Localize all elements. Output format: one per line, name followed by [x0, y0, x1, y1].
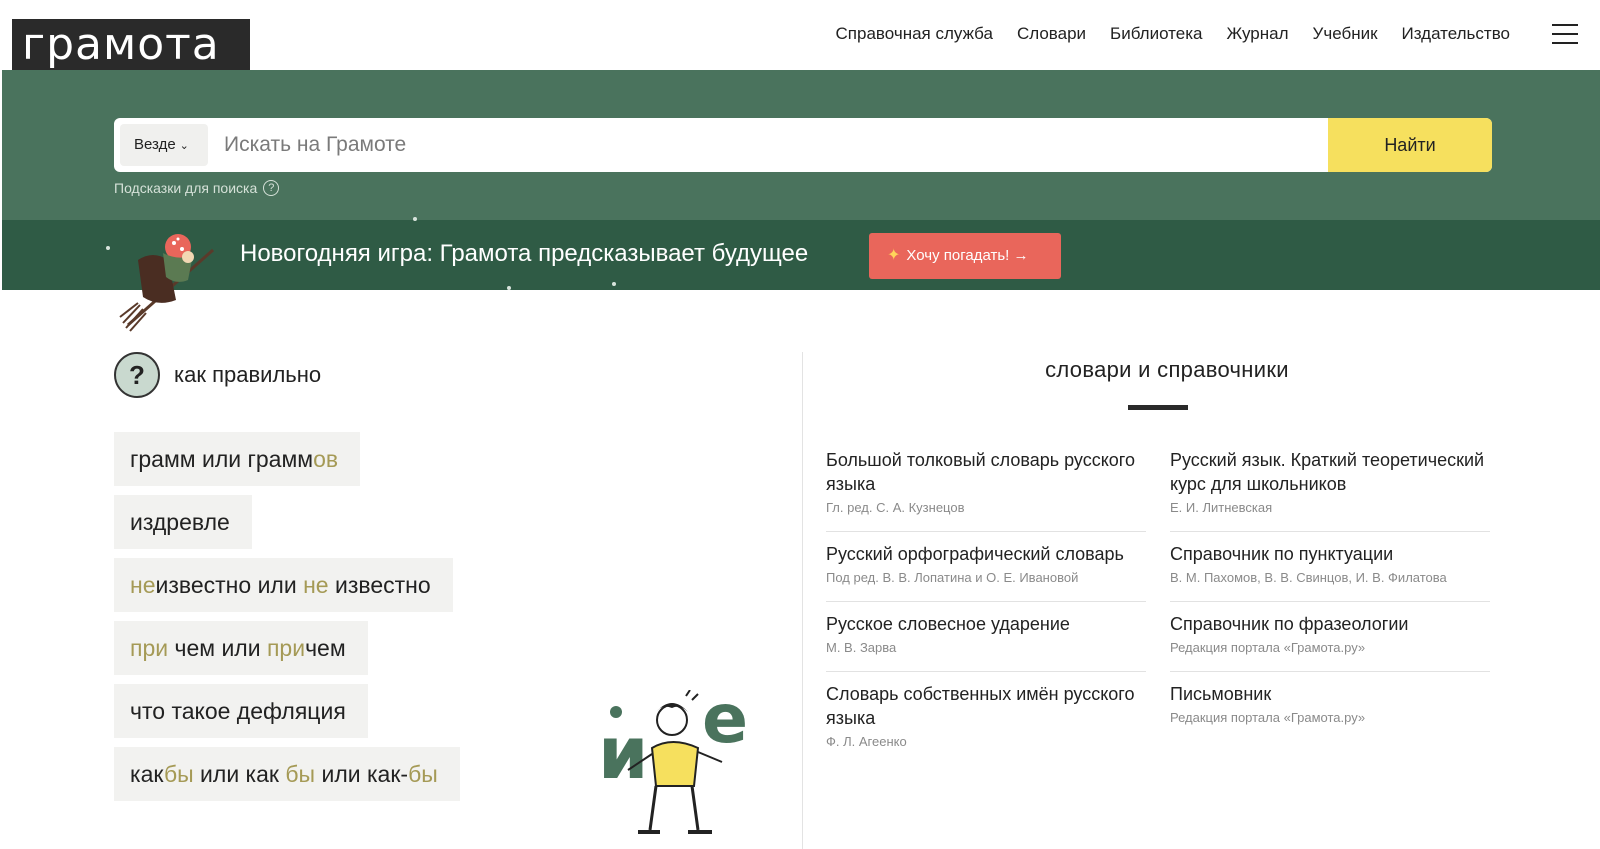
dictionary-author: Е. И. Литневская: [1170, 500, 1273, 515]
snow-dot: [106, 246, 110, 250]
dictionary-author: Под ред. В. В. Лопатина и О. Е. Ивановой: [826, 570, 1079, 585]
dictionary-title: Русское словесное ударение: [826, 614, 1070, 634]
site-header: грамота Справочная служба Словари Библио…: [0, 0, 1600, 70]
dictionary-title: Справочник по пунктуации: [1170, 544, 1394, 564]
dictionary-title: Письмовник: [1170, 684, 1272, 704]
item-text: известно или: [155, 572, 304, 598]
promo-button[interactable]: ✦ Хочу погадать! →: [869, 233, 1061, 279]
dictionary-author: Редакция портала «Грамота.ру»: [1170, 640, 1366, 655]
search-input[interactable]: [224, 124, 1294, 166]
search-scope-label: Везде: [134, 136, 176, 153]
dictionary-item[interactable]: Русский орфографический словарь Под ред.…: [826, 532, 1146, 602]
snow-dot: [507, 286, 511, 290]
kak-pravilno-item[interactable]: неизвестно или не известно: [114, 558, 453, 612]
search-scope-select[interactable]: Везде ⌄: [120, 124, 208, 166]
question-circle-icon: ?: [114, 352, 160, 398]
dictionary-author: Редакция портала «Грамота.ру»: [1170, 710, 1366, 725]
item-highlight: при: [266, 635, 306, 661]
kak-pravilno-item[interactable]: издревле: [114, 495, 252, 549]
item-highlight: ов: [313, 446, 339, 472]
item-text: как: [130, 761, 164, 787]
kak-pravilno-item[interactable]: при чем или причем: [114, 621, 368, 675]
dictionary-title: Большой толковый словарь русского языка: [826, 450, 1135, 494]
item-text: известно: [328, 572, 431, 598]
dictionary-title: Словарь собственных имён русского языка: [826, 684, 1135, 728]
search-button[interactable]: Найти: [1328, 118, 1492, 172]
arrow-right-icon: →: [1009, 247, 1029, 264]
search-hints-label: Подсказки для поиска: [114, 180, 258, 196]
boy-with-letters-illustration: и е: [598, 690, 748, 834]
dictionary-title: Русский язык. Краткий теоретический курс…: [1170, 450, 1485, 494]
search-hints-link[interactable]: Подсказки для поиска ?: [114, 180, 280, 196]
nav-item-journal[interactable]: Журнал: [1226, 22, 1288, 46]
witch-on-broom-illustration: [119, 234, 214, 332]
kak-pravilno-item[interactable]: что такое дефляция: [114, 684, 368, 738]
kak-pravilno-item[interactable]: какбы или как бы или как-бы: [114, 747, 460, 801]
search-box: Везде⌄ Найти: [114, 118, 1492, 172]
dictionary-title: Справочник по фразеологии: [1170, 614, 1409, 634]
nav-item-dictionaries[interactable]: Словари: [1017, 22, 1086, 46]
question-icon: ?: [263, 180, 280, 196]
promo-banner: Новогодняя игра: Грамота предсказывает б…: [2, 217, 1600, 290]
item-highlight: бы: [408, 761, 438, 787]
item-text: грамм или грамм: [130, 446, 314, 472]
dictionary-item[interactable]: Русское словесное ударение М. В. Зарва: [826, 602, 1146, 672]
site-logo[interactable]: грамота: [12, 19, 250, 70]
nav-item-publishing[interactable]: Издательство: [1402, 22, 1510, 46]
dictionary-title: Русский орфографический словарь: [826, 544, 1124, 564]
promo-title: Новогодняя игра: Грамота предсказывает б…: [240, 240, 809, 267]
kak-pravilno-header: ? как правильно: [114, 352, 321, 398]
snow-dot: [413, 217, 417, 221]
chevron-down-icon: ⌄: [179, 140, 189, 152]
column-divider: [802, 352, 803, 849]
letter-i: и: [598, 711, 648, 795]
dictionary-author: В. М. Пахомов, В. В. Свинцов, И. В. Фила…: [1170, 570, 1447, 585]
nav-item-reference[interactable]: Справочная служба: [836, 22, 993, 46]
dictionary-author: Гл. ред. С. А. Кузнецов: [826, 500, 965, 515]
kak-pravilno-list: грамм или граммов издревле неизвестно ил…: [114, 432, 460, 810]
dictionary-item[interactable]: Письмовник Редакция портала «Грамота.ру»: [1170, 672, 1490, 741]
item-text: что такое дефляция: [130, 698, 346, 724]
dictionary-author: Ф. Л. Агеенко: [826, 734, 907, 749]
title-underline: [1128, 405, 1188, 410]
dictionary-item[interactable]: Словарь собственных имён русского языка …: [826, 672, 1146, 765]
dictionaries-column-right: Русский язык. Краткий теоретический курс…: [1170, 438, 1490, 741]
dictionary-item[interactable]: Справочник по фразеологии Редакция порта…: [1170, 602, 1490, 672]
promo-button-label: Хочу погадать!: [906, 247, 1010, 264]
dictionary-item[interactable]: Большой толковый словарь русского языка …: [826, 438, 1146, 532]
dictionaries-title: словари и справочники: [1045, 357, 1289, 382]
kak-pravilno-item[interactable]: грамм или граммов: [114, 432, 361, 486]
snow-dot: [612, 282, 616, 286]
letter-e: е: [702, 690, 748, 759]
item-text: чем или: [168, 635, 267, 661]
main-nav: Справочная служба Словари Библиотека Жур…: [836, 22, 1510, 46]
item-highlight: при: [130, 635, 169, 661]
sparkle-icon: ✦: [887, 247, 901, 264]
item-highlight: бы: [285, 761, 316, 787]
item-highlight: бы: [163, 761, 194, 787]
nav-item-textbook[interactable]: Учебник: [1313, 22, 1378, 46]
dictionary-item[interactable]: Справочник по пунктуации В. М. Пахомов, …: [1170, 532, 1490, 602]
dictionary-item[interactable]: Русский язык. Краткий теоретический курс…: [1170, 438, 1490, 532]
dictionary-author: М. В. Зарва: [826, 640, 897, 655]
kak-pravilno-title: как правильно: [174, 362, 322, 387]
item-text: или как: [193, 761, 286, 787]
search-section: Везде⌄ Найти Подсказки для поиска ?: [2, 70, 1600, 220]
item-highlight: не: [303, 572, 329, 598]
item-text: чем: [305, 635, 346, 661]
item-highlight: не: [130, 572, 156, 598]
menu-burger-icon[interactable]: [1552, 24, 1578, 44]
item-text: издревле: [130, 509, 230, 535]
nav-item-library[interactable]: Библиотека: [1110, 22, 1202, 46]
item-text: или как-: [315, 761, 409, 787]
dictionaries-column-left: Большой толковый словарь русского языка …: [826, 438, 1146, 765]
